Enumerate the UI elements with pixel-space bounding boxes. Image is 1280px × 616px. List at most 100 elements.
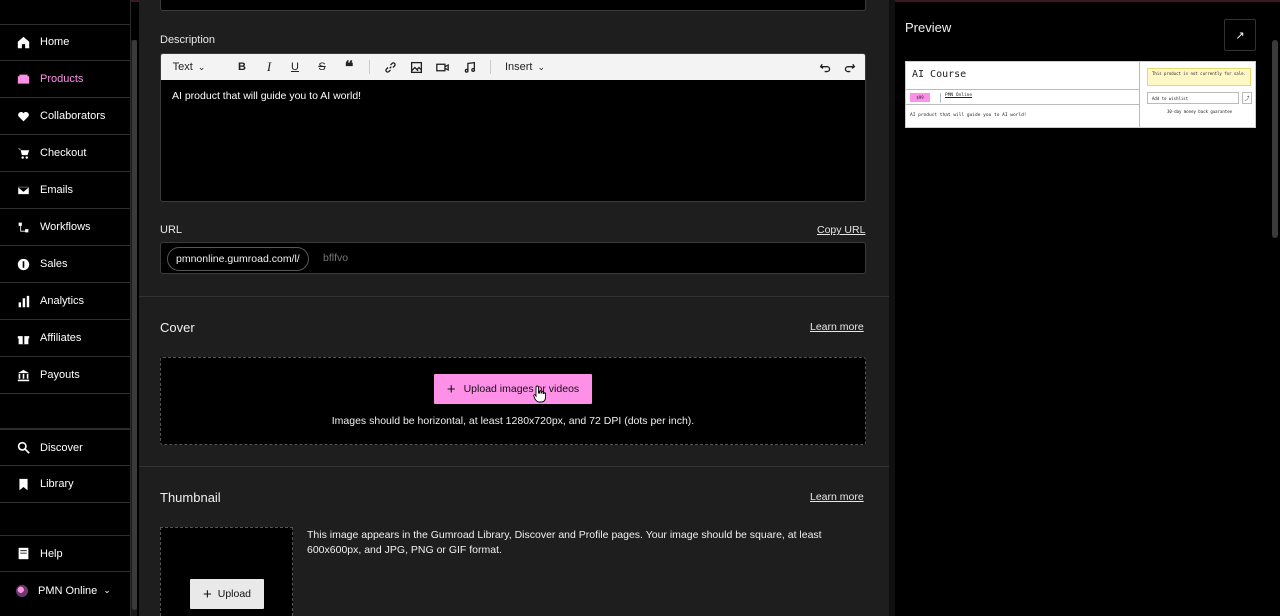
sidebar-item-label: Affiliates: [40, 332, 82, 344]
preview-not-for-sale-notice: This product is not currently for sale.: [1147, 68, 1251, 86]
account-menu[interactable]: PMN Online ⌄: [0, 572, 130, 609]
sidebar-item-affiliates[interactable]: Affiliates: [0, 320, 130, 357]
bookmark-icon: [16, 477, 30, 491]
workflow-icon: [16, 220, 30, 234]
description-content[interactable]: AI product that will guide you to AI wor…: [172, 90, 361, 102]
dollar-icon: [16, 257, 30, 271]
url-field[interactable]: pmnonline.gumroad.com/l/ bflfvo: [160, 242, 866, 274]
preview-seller: PMN Online: [940, 93, 972, 103]
hand-cursor-icon: [533, 385, 546, 403]
sidebar-item-analytics[interactable]: Analytics: [0, 283, 130, 320]
sidebar-item-label: Library: [40, 478, 74, 490]
chevron-down-icon: ⌄: [197, 61, 206, 72]
thumbnail-upload-label: Upload: [217, 588, 252, 600]
cart-icon: [16, 146, 30, 160]
editor-scroll-track: [889, 0, 895, 616]
italic-icon[interactable]: I: [261, 59, 277, 75]
strikethrough-icon[interactable]: S: [314, 59, 330, 75]
collaborators-icon: [16, 109, 30, 123]
video-icon[interactable]: [434, 59, 450, 75]
description-editor[interactable]: Text ⌄ B I U S ❝ Insert ⌄ AI product tha…: [160, 53, 866, 202]
sidebar-item-label: Checkout: [40, 147, 87, 159]
thumbnail-title: Thumbnail: [160, 490, 221, 505]
sidebar-item-home[interactable]: Home: [0, 24, 130, 61]
gift-icon: [16, 331, 30, 345]
previous-field: [160, 0, 866, 11]
music-icon[interactable]: [461, 59, 477, 75]
sidebar-item-label: Analytics: [40, 295, 85, 307]
sidebar-item-emails[interactable]: Emails: [0, 172, 130, 209]
preview-price-badge: $99: [910, 93, 930, 102]
share-icon: ⤴: [1242, 92, 1252, 104]
sidebar-item-payouts[interactable]: Payouts: [0, 357, 130, 394]
undo-icon[interactable]: [817, 59, 833, 75]
page-scrollbar-thumb[interactable]: [1272, 40, 1278, 238]
sidebar-item-discover[interactable]: Discover: [0, 429, 130, 466]
sidebar-scroll-thumb[interactable]: [132, 40, 137, 610]
cover-dropzone[interactable]: + Upload images or videos Images should …: [160, 357, 866, 445]
upload-images-label: Upload images or videos: [463, 383, 580, 395]
insert-dropdown[interactable]: Insert ⌄: [503, 59, 547, 75]
thumbnail-learn-more-link[interactable]: Learn more: [810, 491, 864, 503]
bank-icon: [16, 368, 30, 382]
product-preview: AI Course $99 PMN Online AI product that…: [905, 61, 1256, 128]
chevron-down-icon: ⌄: [103, 585, 111, 595]
thumbnail-upload-button[interactable]: + Upload: [189, 578, 265, 610]
url-label: URL: [160, 224, 183, 236]
preview-product-title: AI Course: [912, 69, 967, 80]
sidebar-item-label: Discover: [40, 441, 83, 454]
arrow-up-right-icon: ↗: [1235, 29, 1245, 42]
preview-description: AI product that will guide you to AI wor…: [910, 113, 1027, 118]
link-icon[interactable]: [382, 59, 398, 75]
sidebar-scrollbar[interactable]: [131, 40, 137, 616]
preview-main: AI Course $99 PMN Online AI product that…: [906, 62, 1140, 127]
plus-icon: +: [446, 380, 456, 398]
sidebar-item-products[interactable]: Products: [0, 61, 130, 98]
preview-wishlist-select: Add to wishlist: [1147, 92, 1239, 104]
search-icon: [16, 441, 30, 455]
sidebar-spacer: [0, 394, 130, 429]
sidebar-item-label: Products: [40, 73, 84, 85]
section-divider: [139, 296, 889, 297]
text-style-dropdown[interactable]: Text ⌄: [171, 59, 207, 75]
sidebar-item-checkout[interactable]: Checkout: [0, 135, 130, 172]
sidebar-item-workflows[interactable]: Workflows: [0, 209, 130, 246]
cover-title: Cover: [160, 320, 195, 335]
sidebar-item-sales[interactable]: Sales: [0, 246, 130, 283]
text-style-label: Text: [172, 61, 193, 73]
chevron-down-icon: ⌄: [537, 61, 546, 72]
plus-icon: +: [202, 585, 212, 603]
cover-hint: Images should be horizontal, at least 12…: [331, 415, 695, 427]
sidebar-item-label: Emails: [40, 184, 74, 196]
sidebar-item-help[interactable]: Help: [0, 535, 130, 572]
quote-icon[interactable]: ❝: [340, 59, 358, 76]
bold-icon[interactable]: B: [234, 59, 250, 75]
cover-learn-more-link[interactable]: Learn more: [810, 321, 864, 333]
sidebar-item-label: Collaborators: [40, 110, 106, 122]
products-icon: [16, 72, 30, 86]
account-name: PMN Online: [38, 584, 98, 597]
preview-meta-row: $99 PMN Online: [906, 89, 1140, 105]
upload-images-button[interactable]: + Upload images or videos: [433, 373, 593, 405]
sidebar: Home Products Collaborators Checkout Ema…: [0, 0, 131, 616]
sidebar-item-label: Help: [40, 547, 63, 560]
thumbnail-dropzone[interactable]: + Upload: [160, 527, 293, 616]
section-divider: [139, 466, 889, 467]
copy-url-link[interactable]: Copy URL: [817, 224, 865, 236]
url-prefix: pmnonline.gumroad.com/l/: [167, 247, 309, 271]
avatar: [16, 584, 28, 597]
description-label: Description: [160, 34, 216, 46]
sidebar-item-library[interactable]: Library: [0, 466, 130, 503]
bar-chart-icon: [16, 294, 30, 308]
insert-label: Insert: [504, 61, 533, 73]
image-icon[interactable]: [408, 59, 424, 75]
book-icon: [16, 547, 30, 561]
expand-preview-button[interactable]: ↗: [1224, 19, 1256, 51]
product-editor: Description Text ⌄ B I U S ❝ Insert ⌄ AI…: [139, 0, 889, 616]
toolbar-divider: [369, 60, 370, 74]
sidebar-item-collaborators[interactable]: Collaborators: [0, 98, 130, 135]
sidebar-item-label: Sales: [40, 258, 68, 270]
redo-icon[interactable]: [841, 59, 857, 75]
url-slug-input[interactable]: bflfvo: [323, 252, 348, 264]
underline-icon[interactable]: U: [287, 59, 303, 75]
